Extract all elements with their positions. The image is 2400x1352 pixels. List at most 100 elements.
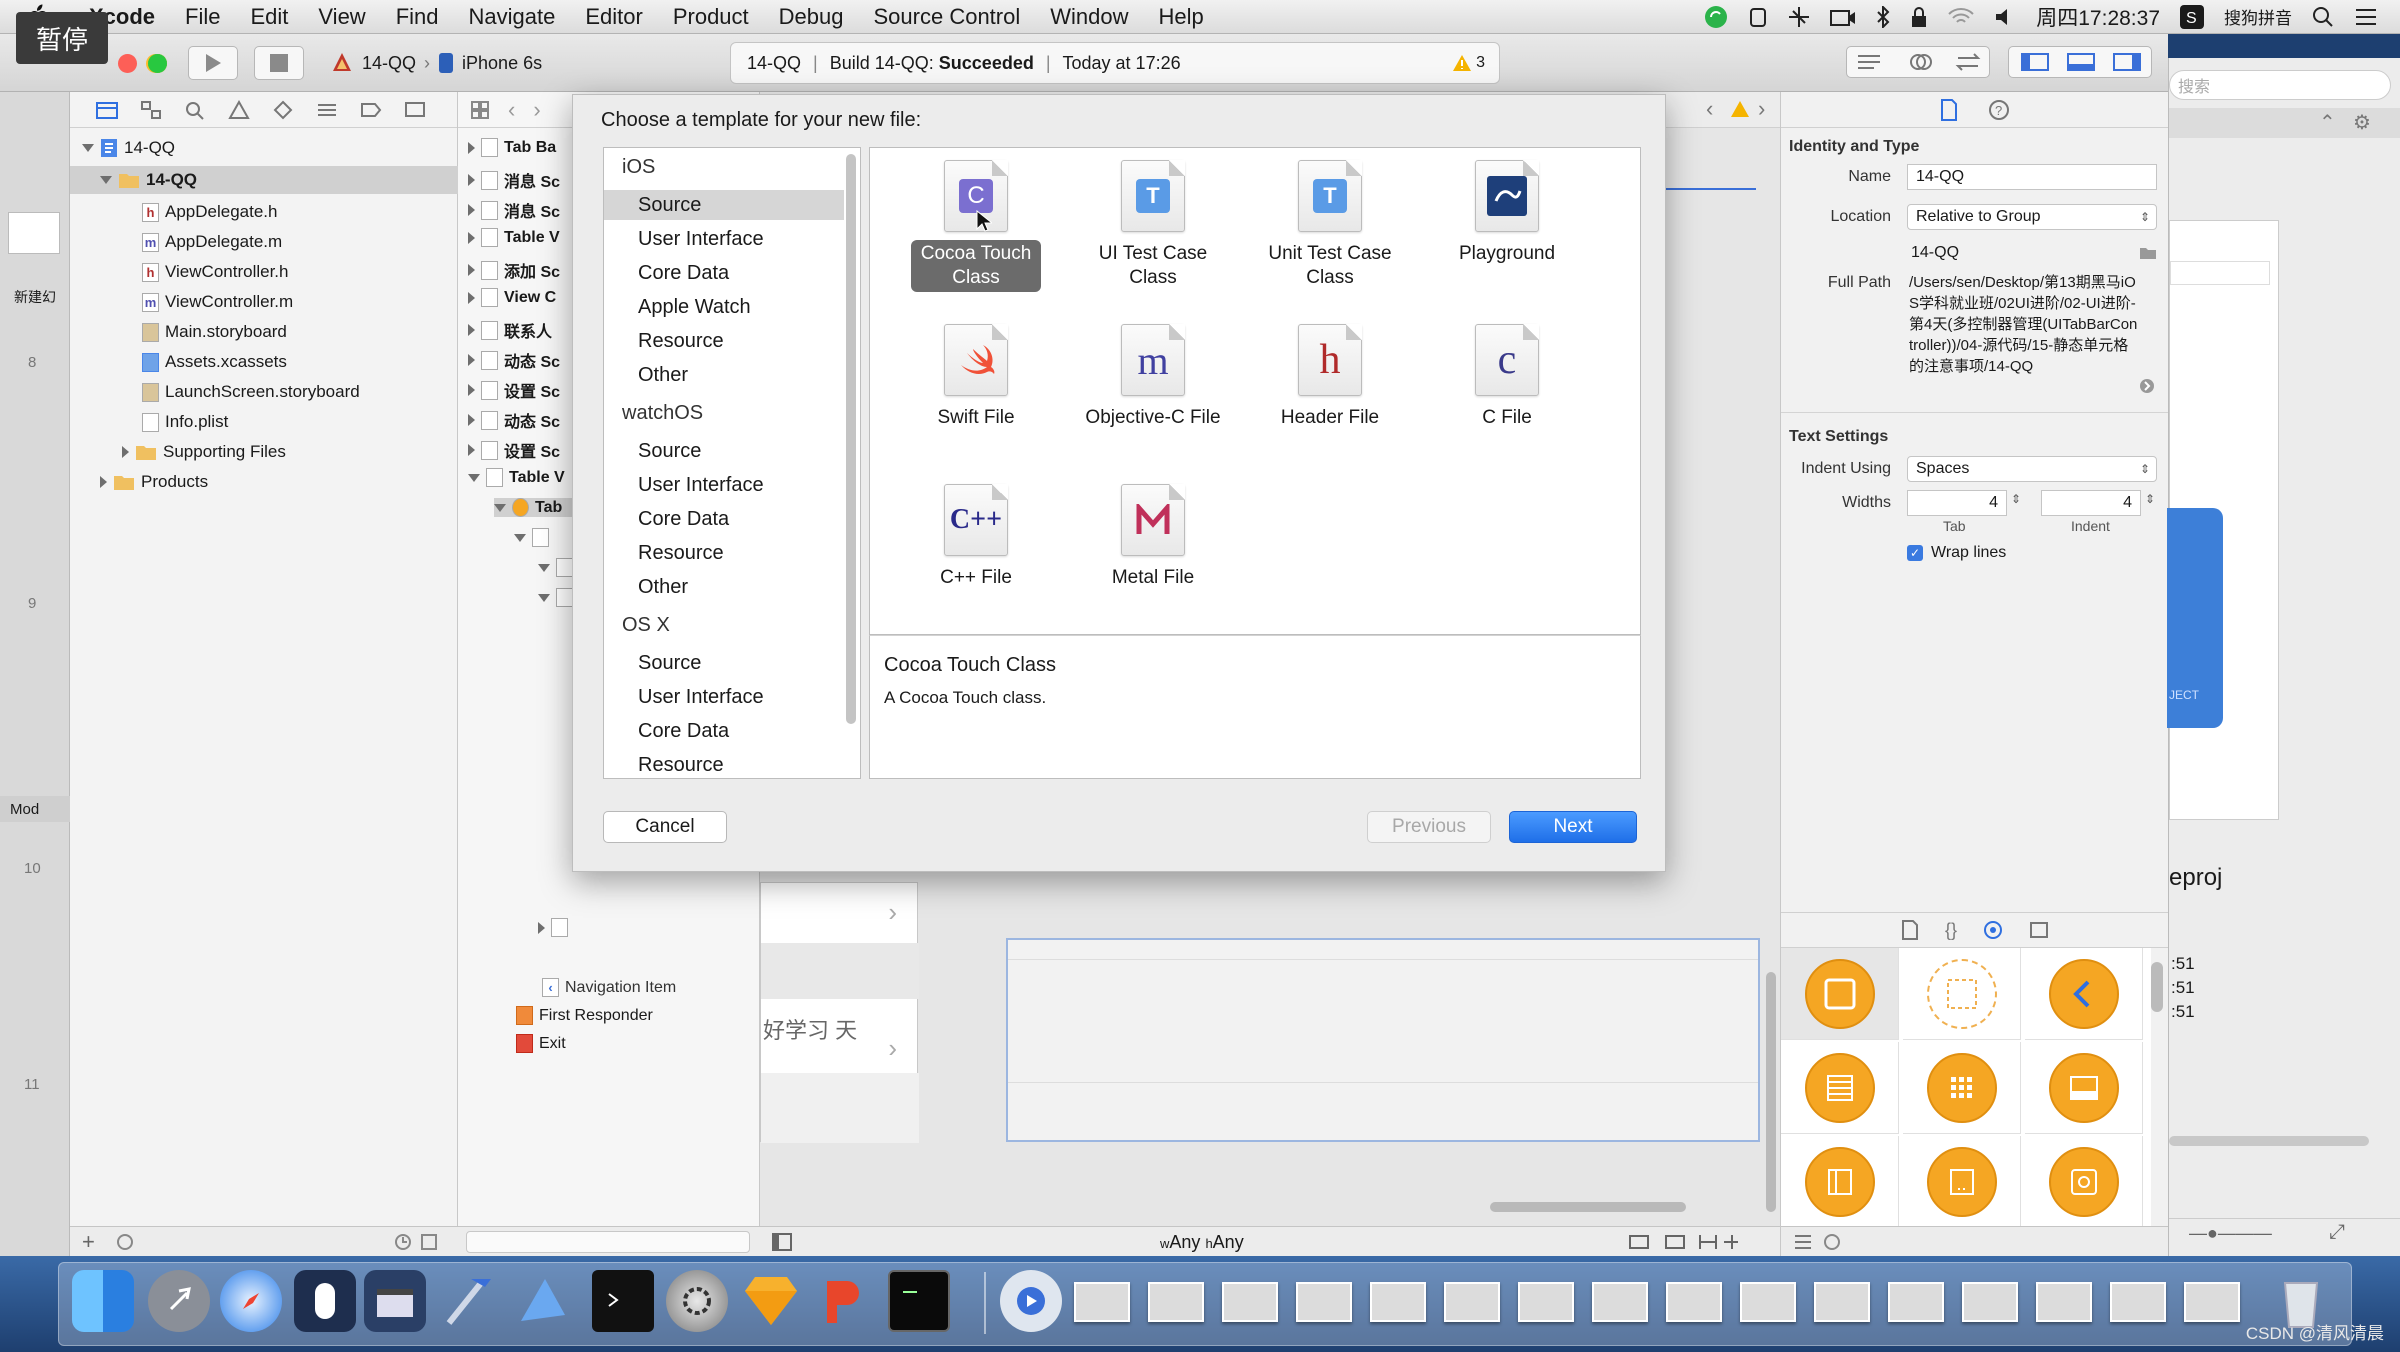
- code-snippet-library-icon[interactable]: {}: [1945, 920, 1957, 941]
- category-item[interactable]: Other: [604, 572, 844, 602]
- recent-files-icon[interactable]: [394, 1233, 412, 1251]
- minimized-window-thumbnail[interactable]: [1962, 1282, 2018, 1322]
- library-scrollbar[interactable]: [2151, 962, 2163, 1012]
- category-platform-header[interactable]: watchOS: [604, 398, 844, 428]
- folder-icon[interactable]: [2139, 246, 2157, 260]
- size-class-control[interactable]: wAny hAny: [1160, 1232, 1244, 1253]
- minimized-window-thumbnail[interactable]: [1666, 1282, 1722, 1322]
- category-item[interactable]: Other: [604, 360, 844, 390]
- category-platform-header[interactable]: iOS: [604, 152, 844, 182]
- category-item[interactable]: User Interface: [604, 682, 844, 712]
- vertical-scrollbar[interactable]: [1766, 972, 1776, 1212]
- wrap-lines-checkbox[interactable]: ✓ Wrap lines: [1907, 544, 2006, 562]
- previous-issue-icon[interactable]: ‹: [1706, 96, 1713, 122]
- console-icon[interactable]: [888, 1270, 950, 1332]
- minimized-window-thumbnail[interactable]: [1814, 1282, 1870, 1322]
- menu-source-control[interactable]: Source Control: [859, 4, 1036, 30]
- view-toggle-segment[interactable]: [2008, 46, 2152, 78]
- outline-scene-row[interactable]: 消息 Sc: [468, 168, 560, 192]
- category-item[interactable]: Apple Watch: [604, 292, 844, 322]
- sync-status-icon[interactable]: [1704, 5, 1728, 29]
- c-file-template[interactable]: c C File: [1427, 324, 1587, 432]
- movie-clapper-icon[interactable]: [364, 1270, 426, 1332]
- add-icon[interactable]: +: [82, 1229, 95, 1255]
- view-controller-scene[interactable]: [1006, 938, 1760, 1142]
- chevron-up-icon[interactable]: ⌃: [2319, 110, 2336, 135]
- list-view-icon[interactable]: [1793, 1233, 1813, 1251]
- minimized-window-thumbnail[interactable]: [1740, 1282, 1796, 1322]
- minimized-window-thumbnail[interactable]: [1074, 1282, 1130, 1322]
- outline-toggle-icon[interactable]: [772, 1233, 792, 1251]
- category-item[interactable]: Resource: [604, 538, 844, 568]
- menu-help[interactable]: Help: [1144, 4, 1219, 30]
- outline-scene-row[interactable]: 动态 Sc: [468, 408, 560, 432]
- project-row[interactable]: 14-QQ: [82, 138, 175, 158]
- menu-window[interactable]: Window: [1035, 4, 1143, 30]
- menu-view[interactable]: View: [303, 4, 380, 30]
- outline-scene-row[interactable]: 设置 Sc: [468, 378, 560, 402]
- file-row[interactable]: m ViewController.m: [142, 292, 293, 312]
- menu-find[interactable]: Find: [381, 4, 454, 30]
- notification-icon[interactable]: [1748, 6, 1768, 28]
- menu-navigate[interactable]: Navigate: [454, 4, 571, 30]
- previous-button[interactable]: Previous: [1367, 811, 1491, 843]
- horizontal-scrollbar[interactable]: [1490, 1202, 1686, 1212]
- file-row[interactable]: h AppDelegate.h: [142, 202, 277, 222]
- name-field[interactable]: 14-QQ: [1907, 164, 2157, 190]
- minimized-window-thumbnail[interactable]: [1148, 1282, 1204, 1322]
- notification-center-icon[interactable]: [2354, 7, 2378, 27]
- project-navigator-icon[interactable]: [96, 100, 118, 120]
- storyboard-reference-object[interactable]: [1903, 948, 2021, 1040]
- indent-width-field[interactable]: 4: [2041, 490, 2141, 516]
- category-item[interactable]: Core Data: [604, 258, 844, 288]
- minimized-window-thumbnail[interactable]: [1444, 1282, 1500, 1322]
- spotlight-icon[interactable]: [2312, 6, 2334, 28]
- close-window-button[interactable]: [118, 54, 137, 73]
- header-file-template[interactable]: h Header File: [1250, 324, 1410, 432]
- menu-edit[interactable]: Edit: [235, 4, 303, 30]
- glkit-view-controller-object[interactable]: [2025, 1136, 2143, 1228]
- tab-width-field[interactable]: 4: [1907, 490, 2007, 516]
- minimized-window-thumbnail[interactable]: [1592, 1282, 1648, 1322]
- category-item[interactable]: Source: [604, 436, 844, 466]
- outline-scene-row[interactable]: 消息 Sc: [468, 198, 560, 222]
- outline-child-row[interactable]: [538, 588, 573, 607]
- minimized-window-thumbnail[interactable]: [1296, 1282, 1352, 1322]
- menu-file[interactable]: File: [170, 4, 235, 30]
- objective-c-file-template[interactable]: m Objective-C File: [1073, 324, 1233, 432]
- minimized-window-thumbnail[interactable]: [1518, 1282, 1574, 1322]
- next-button[interactable]: Next: [1509, 811, 1637, 843]
- metal-file-template[interactable]: Metal File: [1073, 484, 1233, 592]
- swift-file-template[interactable]: Swift File: [896, 324, 1056, 432]
- outline-scene-row[interactable]: 添加 Sc: [468, 258, 560, 282]
- category-item[interactable]: Source: [604, 648, 844, 678]
- stepper-icon[interactable]: ⇕: [2145, 492, 2155, 506]
- instruments-icon[interactable]: [512, 1270, 574, 1332]
- outline-scene-row[interactable]: Table V: [468, 228, 560, 247]
- mouse-app-icon[interactable]: [294, 1270, 356, 1332]
- report-navigator-icon[interactable]: [404, 100, 426, 120]
- outline-scene-row[interactable]: Table V: [468, 468, 565, 487]
- launchpad-rocket-icon[interactable]: [148, 1270, 210, 1332]
- category-platform-header[interactable]: OS X: [604, 610, 844, 640]
- search-field[interactable]: 搜索: [2169, 70, 2391, 100]
- outline-scene-row[interactable]: Tab Ba: [468, 138, 556, 157]
- system-preferences-gear-icon[interactable]: [666, 1270, 728, 1332]
- category-item[interactable]: Core Data: [604, 504, 844, 534]
- file-row[interactable]: LaunchScreen.storyboard: [142, 382, 360, 402]
- file-row[interactable]: m AppDelegate.m: [142, 232, 282, 252]
- bluetooth-icon[interactable]: [1876, 5, 1890, 28]
- first-responder-row[interactable]: First Responder: [516, 1006, 653, 1025]
- volume-icon[interactable]: [1994, 7, 2016, 27]
- menubar-clock[interactable]: 周四17:28:37: [2036, 2, 2160, 32]
- menu-product[interactable]: Product: [658, 4, 764, 30]
- file-row[interactable]: h ViewController.h: [142, 262, 288, 282]
- camera-icon[interactable]: [1830, 7, 1856, 27]
- xcode-hammer-icon[interactable]: [438, 1270, 500, 1332]
- filter-icon[interactable]: [116, 1233, 134, 1251]
- stepper-icon[interactable]: ⇕: [2011, 492, 2021, 506]
- pause-overlay-badge[interactable]: 暂停: [16, 12, 108, 64]
- symbol-navigator-icon[interactable]: [140, 100, 162, 120]
- quick-help-icon[interactable]: ?: [1988, 99, 2010, 121]
- sketch-diamond-icon[interactable]: [740, 1270, 802, 1332]
